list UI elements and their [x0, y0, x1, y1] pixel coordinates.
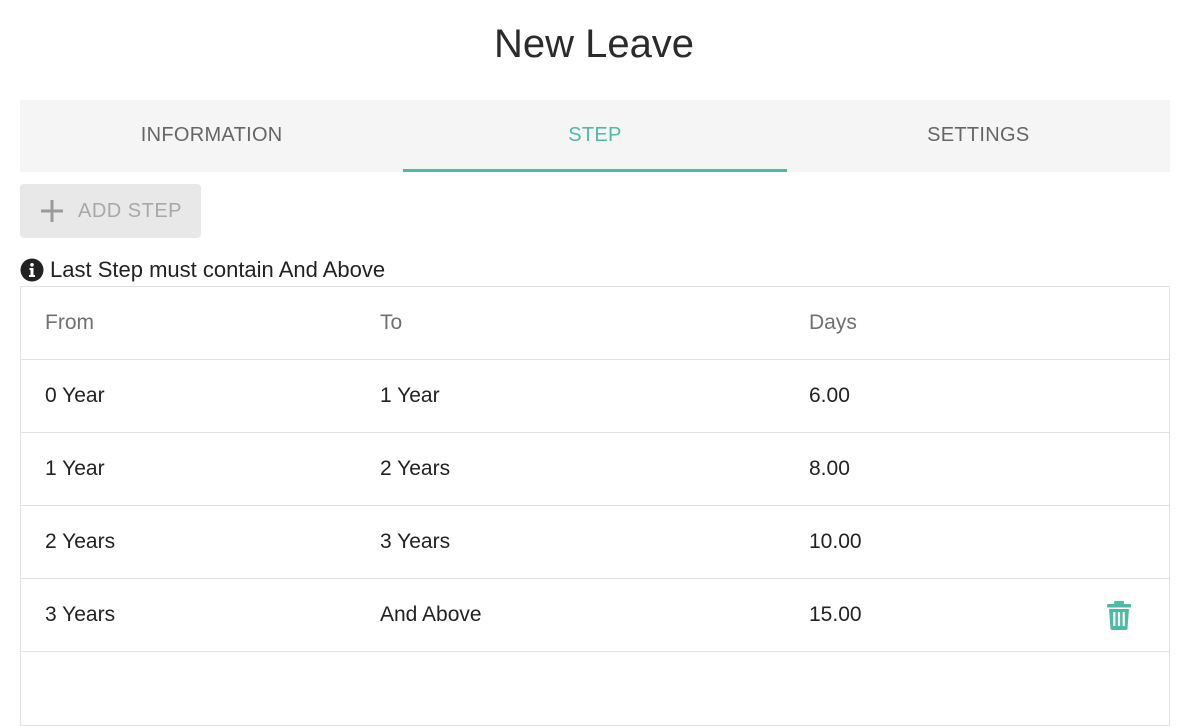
- table-row: 0 Year 1 Year 6.00: [21, 360, 1169, 433]
- tab-step[interactable]: STEP: [403, 100, 787, 172]
- cell-to: 3 Years: [380, 530, 451, 553]
- cell-from: 3 Years: [45, 603, 116, 626]
- step-notice: Last Step must contain And Above: [20, 256, 385, 284]
- info-circle-icon: [20, 258, 44, 282]
- cell-from: 1 Year: [45, 457, 105, 480]
- add-step-label: ADD STEP: [78, 199, 183, 222]
- header-to: To: [380, 311, 403, 334]
- table-row: 1 Year 2 Years 8.00: [21, 433, 1169, 506]
- tab-settings[interactable]: SETTINGS: [787, 100, 1170, 172]
- cell-days: 15.00: [809, 603, 862, 626]
- page-title: New Leave: [493, 22, 695, 66]
- cell-days: 8.00: [809, 457, 850, 480]
- cell-to: And Above: [380, 603, 482, 626]
- row-actions: [1105, 579, 1133, 651]
- table-row: 2 Years 3 Years 10.00: [21, 506, 1169, 579]
- steps-table: From To Days 0 Year 1 Year 6.00 1 Year 2…: [20, 286, 1170, 726]
- cell-days: 6.00: [809, 384, 850, 407]
- add-step-button[interactable]: ADD STEP: [20, 184, 201, 238]
- table-header-row: From To Days: [21, 287, 1169, 360]
- table-row: 3 Years And Above 15.00: [21, 579, 1169, 652]
- header-from: From: [45, 311, 94, 334]
- tab-information[interactable]: INFORMATION: [20, 100, 403, 172]
- plus-icon: [41, 200, 63, 222]
- tab-bar: INFORMATION STEP SETTINGS: [20, 100, 1170, 172]
- cell-from: 2 Years: [45, 530, 116, 553]
- trash-icon[interactable]: [1105, 600, 1133, 630]
- cell-days: 10.00: [809, 530, 862, 553]
- cell-to: 2 Years: [380, 457, 451, 480]
- header-days: Days: [809, 311, 857, 334]
- notice-text: Last Step must contain And Above: [50, 257, 386, 282]
- cell-from: 0 Year: [45, 384, 105, 407]
- cell-to: 1 Year: [380, 384, 440, 407]
